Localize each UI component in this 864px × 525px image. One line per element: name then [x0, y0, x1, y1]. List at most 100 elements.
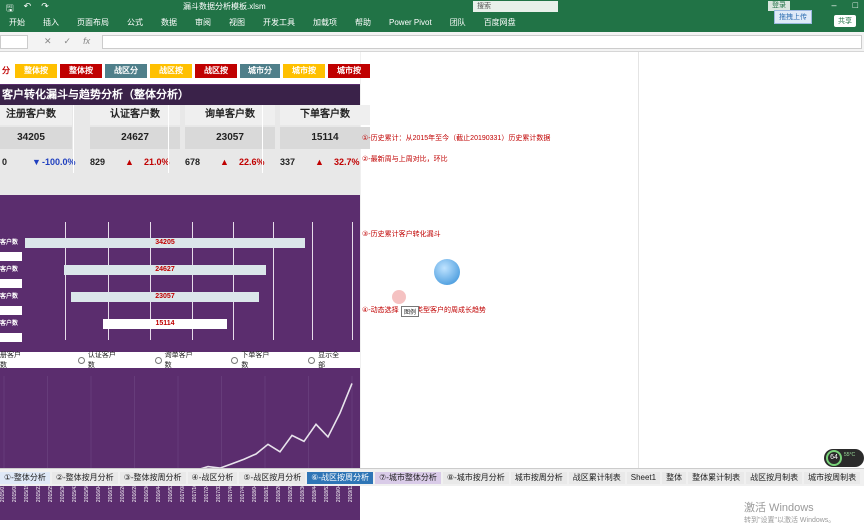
- nav-button-3[interactable]: 战区分: [105, 64, 147, 78]
- cancel-icon[interactable]: ✕: [44, 36, 52, 47]
- enter-icon[interactable]: ✓: [64, 36, 72, 47]
- trend-x-tick-label: 2017/40: [228, 484, 234, 502]
- note-4b: 类型客户的周成长趋势: [416, 307, 486, 314]
- nav-button-8[interactable]: 城市按: [328, 64, 370, 78]
- ribbon-tab-8[interactable]: 加载项: [304, 13, 346, 32]
- minimize-icon[interactable]: –: [832, 0, 837, 10]
- nav-button-0[interactable]: 分: [0, 64, 12, 78]
- funnel-gridline: [312, 222, 313, 340]
- legend-tooltip: 图例: [401, 306, 420, 317]
- ribbon-tab-0[interactable]: 开始: [0, 13, 34, 32]
- speed-widget[interactable]: 64 55°C: [824, 449, 864, 467]
- function-icon[interactable]: fx: [83, 36, 90, 47]
- sheet-tab-5[interactable]: ⑥-战区按周分析: [307, 471, 374, 484]
- series-radio-4[interactable]: 显示全部: [308, 350, 346, 370]
- radio-dot[interactable]: [154, 356, 162, 364]
- radio-dot[interactable]: [77, 356, 85, 364]
- trend-x-tick-label: 2018/52: [324, 484, 330, 502]
- radio-label: 下单客户数: [241, 352, 270, 369]
- sheet-tab-13[interactable]: 战区按月制表: [746, 471, 803, 484]
- sheet-tab-8[interactable]: 城市按周分析: [510, 471, 567, 484]
- kpi-prev: 678: [185, 157, 201, 167]
- ribbon-tab-2[interactable]: 页面布局: [68, 13, 118, 32]
- ribbon-tab-9[interactable]: 帮助: [346, 13, 380, 32]
- worksheet[interactable]: 分整体按 整体按 战区分 战区按 战区按 城市分 城市按 城市按 客户转化漏斗与趋势分析（整体…: [0, 52, 864, 524]
- trend-x-tick-label: 2019/12: [348, 484, 354, 502]
- nav-button-7[interactable]: 城市按: [283, 64, 325, 78]
- funnel-gridline: [352, 222, 353, 340]
- series-radio-1[interactable]: 认证客户数: [77, 350, 123, 370]
- ribbon-tab-7[interactable]: 开发工具: [254, 13, 304, 32]
- floating-ball-icon[interactable]: [434, 259, 460, 285]
- radio-label: 询单客户数: [164, 352, 193, 369]
- ribbon-tab-4[interactable]: 数据: [152, 13, 186, 32]
- trend-x-tick-label: 2016/12: [108, 484, 114, 502]
- ribbon-tab-10[interactable]: Power Pivot: [380, 13, 441, 32]
- sheet-tab-3[interactable]: ④-战区分析: [187, 471, 238, 484]
- funnel-label: 客户数: [0, 321, 19, 327]
- note-2: ②-最新周与上周对比，环比: [362, 156, 448, 163]
- speed-label: 55°C: [844, 452, 856, 458]
- title-bar: 🖫 ↶ ↷ 漏斗数据分析模板.xlsm 搜索 登录 – □: [0, 0, 864, 13]
- radio-label: 显示全部: [318, 352, 340, 369]
- funnel-label: 客户数: [0, 294, 19, 300]
- sheet-tab-2[interactable]: ③-整体按周分析: [119, 471, 186, 484]
- name-box[interactable]: [0, 35, 28, 49]
- sheet-tab-10[interactable]: Sheet1: [626, 471, 661, 484]
- formula-bar: ✕ ✓ fx: [0, 32, 864, 52]
- series-radio-2[interactable]: 询单客户数: [154, 350, 200, 370]
- sheet-tab-0[interactable]: ①-整体分析: [0, 471, 50, 484]
- trend-x-tick-label: 2016/44: [156, 484, 162, 502]
- ribbon-tab-12[interactable]: 百度网盘: [475, 13, 525, 32]
- note-3: ③-历史累计客户转化漏斗: [362, 231, 441, 238]
- trend-x-tick-label: 2016/04: [96, 484, 102, 502]
- sheet-tab-11[interactable]: 整体: [662, 471, 687, 484]
- radio-dot[interactable]: [308, 356, 316, 364]
- trend-x-tick-label: 2016/28: [132, 484, 138, 502]
- series-radio-3[interactable]: 下单客户数: [231, 350, 276, 370]
- nav-button-1[interactable]: 整体按: [15, 64, 57, 78]
- kpi-prev: 337: [280, 157, 296, 167]
- cloud-upload-button[interactable]: 拖拽上传: [774, 10, 812, 24]
- nav-button-6[interactable]: 城市分: [240, 64, 280, 78]
- radio-dot[interactable]: [231, 356, 239, 364]
- ribbon-tab-3[interactable]: 公式: [118, 13, 152, 32]
- sheet-tab-12[interactable]: 整体累计制表: [688, 471, 745, 484]
- document-title: 漏斗数据分析模板.xlsm: [183, 2, 266, 11]
- trend-x-tick-label: 2015/22: [36, 484, 42, 502]
- ribbon-tab-5[interactable]: 审阅: [186, 13, 220, 32]
- share-button[interactable]: 共享: [834, 15, 856, 27]
- trend-x-tick-label: 2018/36: [300, 484, 306, 502]
- maximize-icon[interactable]: □: [853, 0, 858, 10]
- nav-button-5[interactable]: 战区按: [195, 64, 237, 78]
- trend-x-tick-label: 2017/24: [204, 484, 210, 502]
- kpi-change-value: 21.0%: [144, 157, 170, 167]
- column-divider: [638, 52, 639, 468]
- formula-input[interactable]: [102, 35, 862, 49]
- sheet-tab-9[interactable]: 战区累计制表: [568, 471, 625, 484]
- sheet-tab-1[interactable]: ②-整体按月分析: [51, 471, 118, 484]
- ribbon-tab-6[interactable]: 视图: [220, 13, 254, 32]
- ribbon-tab-11[interactable]: 团队: [441, 13, 475, 32]
- sheet-tab-6[interactable]: ⑦-城市整体分析: [375, 471, 441, 484]
- funnel-label: [0, 251, 22, 261]
- kpi-value: 15114: [280, 127, 370, 149]
- nav-button-4[interactable]: 战区按: [150, 64, 192, 78]
- dashboard-title: 客户转化漏斗与趋势分析（整体分析）: [0, 85, 360, 105]
- nav-button-2[interactable]: 整体按: [60, 64, 102, 78]
- sheet-tab-14[interactable]: 城市按周制表: [804, 471, 861, 484]
- series-radio-0[interactable]: 册客户数: [0, 350, 28, 370]
- cursor-highlight: [392, 290, 406, 304]
- speed-value: 64: [826, 450, 842, 466]
- kpi-header: 认证客户数: [90, 105, 180, 125]
- ribbon-tab-1[interactable]: 插入: [34, 13, 68, 32]
- trend-x-tick-label: 2015/50: [84, 484, 90, 502]
- nav-button-row: 分整体按 整体按 战区分 战区按 战区按 城市分 城市按 城市按: [0, 64, 373, 78]
- sheet-tab-4[interactable]: ⑤-战区按月分析: [239, 471, 306, 484]
- trend-x-tick-label: 2015/01: [0, 484, 6, 502]
- search-box[interactable]: 搜索: [473, 1, 558, 12]
- funnel-bar: 24627: [64, 265, 266, 275]
- kpi-separator: [168, 105, 169, 173]
- sheet-tab-7[interactable]: ⑧-城市按月分析: [442, 471, 509, 484]
- kpi-value: 34205: [0, 127, 72, 149]
